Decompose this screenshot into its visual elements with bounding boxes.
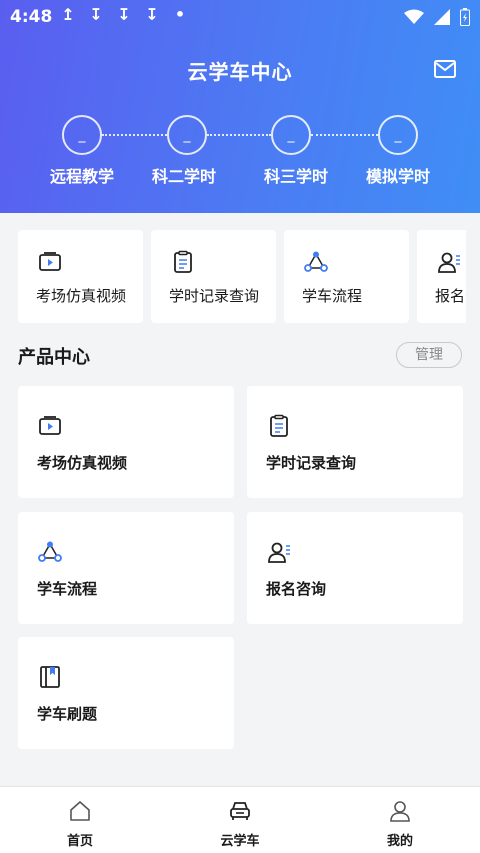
quick-card-label: 考场仿真视频 [36,287,127,305]
user-list-icon [268,542,290,563]
quick-card-label: 学时记录查询 [169,287,260,305]
quick-access-scroller[interactable]: 考场仿真视频 学时记录查询 学车流程 报名咨询 [18,230,466,323]
video-icon [39,416,61,435]
product-card-enrollment-consult[interactable]: 报名咨询 [247,512,463,624]
quick-card-exam-video[interactable]: 考场仿真视频 [18,230,143,323]
battery-icon [460,8,470,26]
home-icon [70,801,90,821]
car-icon [230,802,250,820]
nav-home-label: 首页 [66,834,93,849]
quick-card-enrollment-consult[interactable]: 报名咨询 [417,230,466,323]
product-card-label: 报名咨询 [266,580,327,598]
wifi-icon [404,9,424,24]
product-card-label: 学时记录查询 [266,454,357,472]
manage-button[interactable]: 管理 [396,342,462,368]
notification-icons: ↥ ↧ ↧ ↧ • [60,5,188,24]
download-icon: ↧ [145,5,159,24]
download-icon: ↧ [89,5,103,24]
step-remote-teaching-label: 远程教学 [49,167,114,186]
step-connector [311,134,378,136]
product-card-exam-video[interactable]: 考场仿真视频 [18,386,234,498]
product-card-label: 学车刷题 [37,705,98,723]
profile-icon [390,801,410,822]
upload-icon: ↥ [61,5,75,24]
nav-mine[interactable]: 我的 [320,787,480,853]
product-card-label: 学车流程 [37,580,98,598]
product-card-hours-query[interactable]: 学时记录查询 [247,386,463,498]
product-card-label: 考场仿真视频 [37,454,128,472]
user-list-icon [438,252,460,273]
clipboard-icon [174,250,192,273]
clipboard-icon [270,414,288,437]
page-title: 云学车中心 [187,60,293,84]
status-time: 4:48 [10,7,53,27]
header-banner: 4:48 ↥ ↧ ↧ ↧ • 云学车中心 _ _ _ _ 远程教学 科二学时 科… [0,0,480,213]
status-bar: 4:48 ↥ ↧ ↧ ↧ • [0,0,480,34]
product-card-question-practice[interactable]: 学车刷题 [18,637,234,749]
nav-mine-label: 我的 [386,834,413,849]
nav-cloud-driving-label: 云学车 [220,834,260,849]
nav-home[interactable]: 首页 [0,787,160,853]
step-connector [102,134,167,136]
flow-icon [304,251,328,272]
signal-icon [434,9,450,25]
learning-hours-progress: _ _ _ _ 远程教学 科二学时 科三学时 模拟学时 [0,115,480,195]
flow-icon [38,541,62,562]
more-notifications-dot-icon: • [174,5,186,24]
product-center-title: 产品中心 [18,347,90,368]
book-icon [40,666,60,688]
step-connector [207,134,271,136]
step-subject2-value[interactable]: _ [167,115,207,155]
download-icon: ↧ [117,5,131,24]
step-simulation-value[interactable]: _ [378,115,418,155]
step-subject3-value[interactable]: _ [271,115,311,155]
product-card-learning-flow[interactable]: 学车流程 [18,512,234,624]
quick-card-hours-query[interactable]: 学时记录查询 [151,230,276,323]
step-subject2-label: 科二学时 [151,167,216,186]
step-remote-teaching-value[interactable]: _ [62,115,102,155]
step-subject3-label: 科三学时 [263,167,328,186]
video-icon [39,252,61,271]
mail-icon[interactable] [434,60,456,78]
step-simulation-label: 模拟学时 [365,167,430,186]
quick-card-label: 学车流程 [302,287,363,305]
nav-cloud-driving[interactable]: 云学车 [160,787,320,853]
quick-card-learning-flow[interactable]: 学车流程 [284,230,409,323]
bottom-navigation: 首页 云学车 我的 [0,786,480,853]
quick-card-label: 报名咨询 [435,287,466,305]
